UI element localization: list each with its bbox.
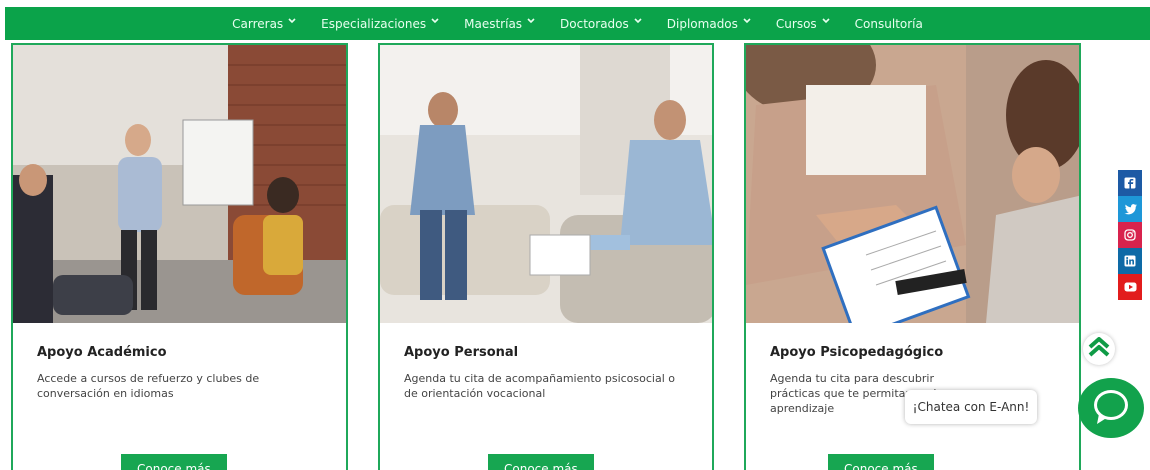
top-navigation: Carreras Especializaciones Maestrías Doc… [5,7,1150,40]
chevron-down-icon [822,18,830,25]
conoce-mas-button[interactable]: Conoce más [121,454,227,470]
chevron-down-icon [431,18,439,25]
twitter-icon [1124,203,1137,215]
linkedin-link[interactable] [1118,248,1142,274]
classroom-photo [13,45,346,323]
counseling-photo [380,45,712,323]
nav-item-label: Cursos [775,16,817,31]
youtube-icon [1124,282,1137,292]
conoce-mas-button[interactable]: Conoce más [488,454,594,470]
chat-prompt-bubble[interactable]: ¡Chatea con E-Ann! [905,390,1037,424]
chevron-down-icon [527,18,535,25]
nav-item-consultoria[interactable]: Consultoría [855,17,923,31]
card-title: Apoyo Personal [404,345,519,360]
nav-item-cursos[interactable]: Cursos [775,16,830,31]
card-apoyo-academico: Apoyo Académico Accede a cursos de refue… [11,43,348,470]
tutoring-photo [746,45,1079,323]
facebook-link[interactable] [1118,170,1142,196]
double-chevron-up-icon [1088,336,1110,362]
card-description: Accede a cursos de refuerzo y clubes de … [37,372,260,400]
nav-item-label: Diplomados [666,16,738,31]
nav-item-label: Carreras [232,16,284,31]
chevron-down-icon [288,18,296,25]
nav-item-doctorados[interactable]: Doctorados [560,16,642,31]
card-title: Apoyo Académico [37,345,167,360]
nav-item-especializaciones[interactable]: Especializaciones [321,16,439,31]
nav-item-maestrias[interactable]: Maestrías [464,16,535,31]
nav-item-label: Doctorados [560,16,629,31]
chat-prompt-label: ¡Chatea con E-Ann! [912,400,1030,414]
linkedin-icon [1124,255,1136,267]
chat-icon [1091,386,1131,431]
nav-item-label: Especializaciones [321,16,427,31]
scroll-to-top-button[interactable] [1083,333,1115,365]
card-apoyo-personal: Apoyo Personal Agenda tu cita de acompañ… [378,43,714,470]
social-links-bar [1118,170,1142,300]
nav-item-label: Maestrías [464,16,523,31]
conoce-mas-button[interactable]: Conoce más [828,454,934,470]
instagram-icon [1124,229,1136,241]
nav-item-diplomados[interactable]: Diplomados [666,16,751,31]
chevron-down-icon [634,18,642,25]
nav-item-label: Consultoría [854,16,923,31]
facebook-icon [1124,177,1136,189]
instagram-link[interactable] [1118,222,1142,248]
youtube-link[interactable] [1118,274,1142,300]
chat-launcher-button[interactable] [1078,378,1144,438]
nav-item-carreras[interactable]: Carreras [232,16,296,31]
card-description: Agenda tu cita de acompañamiento psicoso… [404,372,676,400]
twitter-link[interactable] [1118,196,1142,222]
chevron-down-icon [743,18,751,25]
card-title: Apoyo Psicopedagógico [770,345,944,360]
